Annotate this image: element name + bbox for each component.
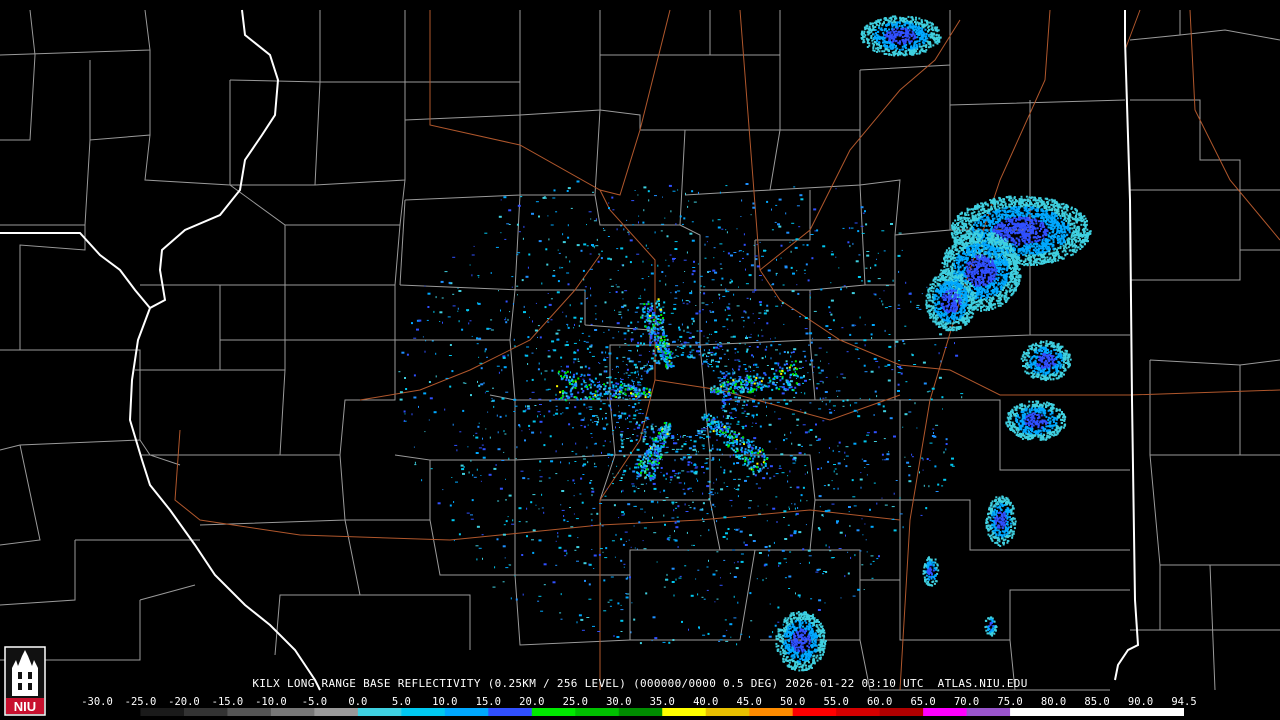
colorbar-segment [1010, 708, 1055, 716]
legend-tick: 65.0 [910, 696, 936, 708]
colorbar-segment [444, 708, 489, 716]
colorbar-segment [140, 708, 185, 716]
legend-tick: -25.0 [124, 696, 157, 708]
legend-tick: 75.0 [997, 696, 1023, 708]
colorbar-segment [705, 708, 750, 716]
legend-tick: 5.0 [391, 696, 411, 708]
legend-tick: 90.0 [1127, 696, 1154, 708]
niu-logo-label: NIU [14, 699, 36, 714]
colorbar-segment [966, 708, 1011, 716]
radar-map [0, 9, 1280, 691]
colorbar-segment [749, 708, 794, 716]
legend-tick: 40.0 [693, 696, 719, 708]
legend-tick: -5.0 [301, 696, 328, 708]
colorbar-segment [836, 708, 881, 716]
colorbar-segment [1053, 708, 1098, 716]
colorbar-segment [531, 708, 576, 716]
colorbar-segment [227, 708, 272, 716]
legend-tick: 94.5 [1171, 696, 1197, 708]
legend-tick: 85.0 [1084, 696, 1110, 708]
legend-tick: 25.0 [562, 696, 588, 708]
legend-tick: 60.0 [866, 696, 893, 708]
legend-tick: 35.0 [649, 696, 675, 708]
colorbar-segment [662, 708, 707, 716]
legend-tick: -15.0 [211, 696, 244, 708]
colorbar-segment [879, 708, 924, 716]
legend-tick: 20.0 [519, 696, 545, 708]
legend-tick: 50.0 [780, 696, 806, 708]
legend-tick: 30.0 [606, 696, 632, 708]
legend-tick: -10.0 [255, 696, 287, 708]
colorbar-segment [488, 708, 533, 716]
colorbar-segment [1097, 708, 1142, 716]
legend-tick: 10.0 [432, 696, 458, 708]
legend-tick: 80.0 [1040, 696, 1067, 708]
colorbar-segment [1140, 708, 1184, 716]
legend-tick: 70.0 [953, 696, 980, 708]
colorbar-segment [183, 708, 228, 716]
legend-tick: 45.0 [736, 696, 762, 708]
legend-tick-labels: -30.0 -25.0 -20.0 -15.0 -10.0 -5.0 0.0 5.0 10.0 1… [81, 696, 1202, 708]
reflectivity-colorbar [97, 708, 1184, 716]
legend-tick: -20.0 [168, 696, 200, 708]
colorbar-segment [270, 708, 315, 716]
county-boundaries [0, 9, 1280, 691]
legend-tick: 0.0 [348, 696, 368, 708]
product-title: KILX LONG RANGE BASE REFLECTIVITY (0.25K… [252, 677, 1028, 690]
legend-tick: -30.0 [81, 696, 113, 708]
colorbar-segment [575, 708, 620, 716]
colorbar-segment [792, 708, 837, 716]
colorbar-segment [314, 708, 359, 716]
colorbar-segment [923, 708, 968, 716]
colorbar-segment [618, 708, 663, 716]
colorbar-segment [401, 708, 446, 716]
legend-tick: 15.0 [475, 696, 501, 708]
colorbar-segment [97, 708, 141, 716]
legend-tick: 55.0 [823, 696, 849, 708]
colorbar-segment [357, 708, 402, 716]
